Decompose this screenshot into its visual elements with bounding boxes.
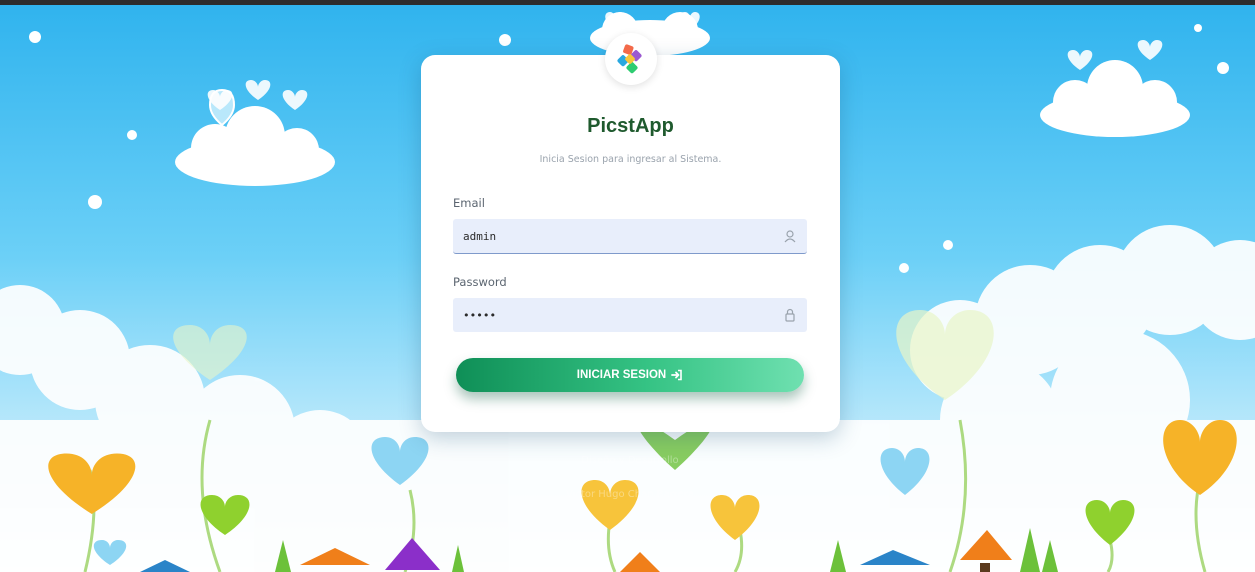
login-button-label: INICIAR SESION — [576, 369, 667, 381]
email-input[interactable] — [463, 219, 763, 253]
password-input[interactable] — [463, 298, 763, 332]
email-field-box — [453, 219, 807, 254]
login-button[interactable]: INICIAR SESION — [456, 358, 804, 392]
user-icon — [784, 230, 796, 243]
password-field-box — [453, 298, 807, 332]
lock-icon — [785, 308, 795, 322]
password-label: Password — [453, 275, 507, 289]
app-title: PicstApp — [587, 115, 674, 137]
sign-in-icon — [671, 369, 683, 381]
login-subtitle: Inicia Sesion para ingresar al Sistema. — [539, 154, 722, 165]
footer-credit-author: Victor Hugo Chan Barrera — [566, 489, 694, 500]
app-logo — [605, 33, 657, 85]
email-label: Email — [453, 196, 485, 210]
footer-credit-title: Diseño y Desarrollo — [581, 455, 679, 466]
picstapp-logo-icon — [617, 44, 642, 74]
